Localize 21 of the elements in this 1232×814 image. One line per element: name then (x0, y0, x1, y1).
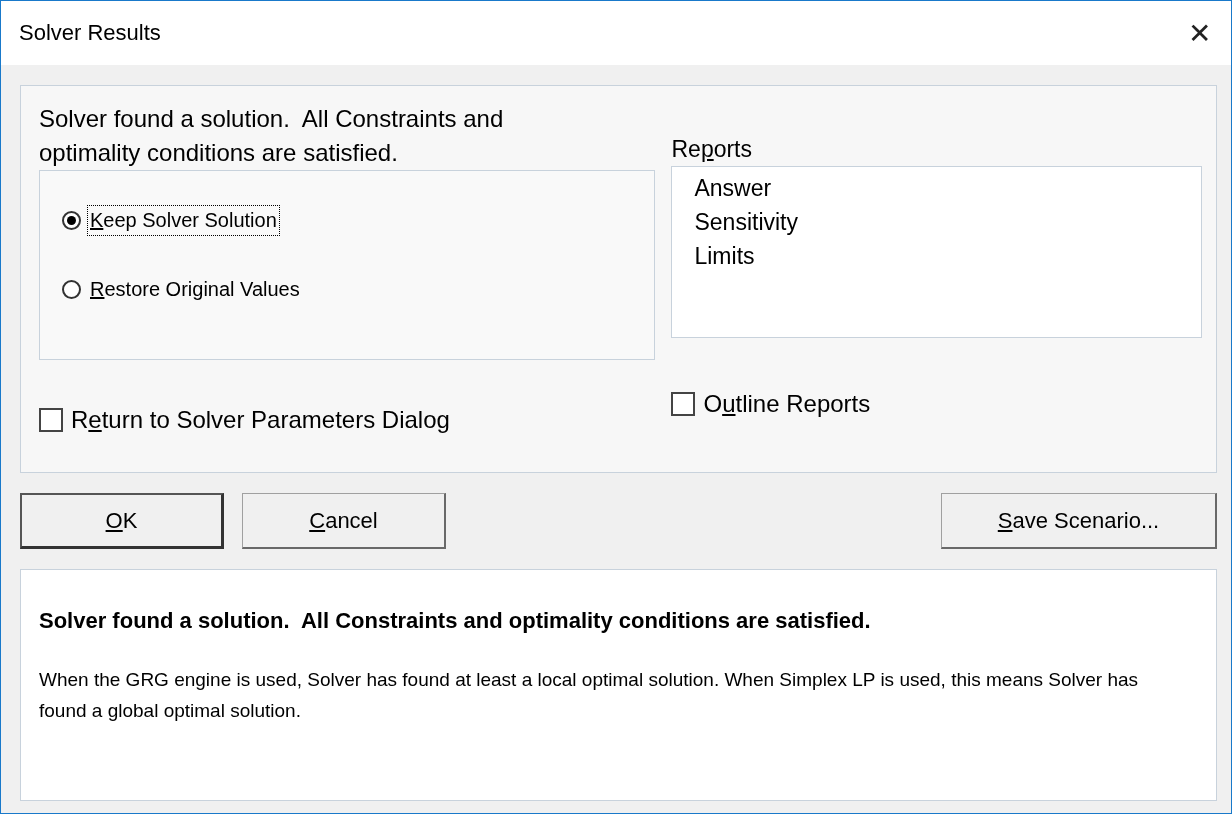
list-item[interactable]: Answer (694, 171, 1201, 205)
details-heading: Solver found a solution. All Constraints and optimality conditions are satisfied. (39, 608, 872, 634)
window-title: Solver Results (19, 20, 161, 46)
status-message: Solver found a solution. All Constraints and optimality conditions are satisfied. (39, 104, 505, 168)
radio-button[interactable] (62, 211, 81, 230)
checkbox[interactable] (671, 392, 696, 416)
reports-label: Reports (671, 136, 753, 164)
dialog-button[interactable]: OK (20, 493, 224, 549)
radio-label[interactable]: Keep Solver Solution (87, 205, 280, 236)
radio-label[interactable]: Restore Original Values (87, 274, 303, 305)
details-text: When the GRG engine is used, Solver has found at least a local optimal solution. When Simplex LP is used, this means Solver has found a global optimal solution. (39, 668, 1140, 723)
reports-list[interactable]: Answer Sensitivity Limits (671, 166, 1202, 338)
checkbox[interactable] (39, 408, 63, 432)
close-button[interactable]: ✕ (1167, 3, 1231, 63)
dialog-button[interactable]: Cancel (242, 493, 446, 549)
list-item[interactable]: Limits (694, 239, 1201, 273)
checkbox-label[interactable]: Return to Solver Parameters Dialog (71, 406, 450, 434)
checkbox-label[interactable]: Outline Reports (703, 390, 871, 418)
dialog-button[interactable]: Save Scenario... (941, 493, 1217, 549)
list-item[interactable]: Sensitivity (694, 205, 1201, 239)
radio-button[interactable] (62, 280, 81, 299)
